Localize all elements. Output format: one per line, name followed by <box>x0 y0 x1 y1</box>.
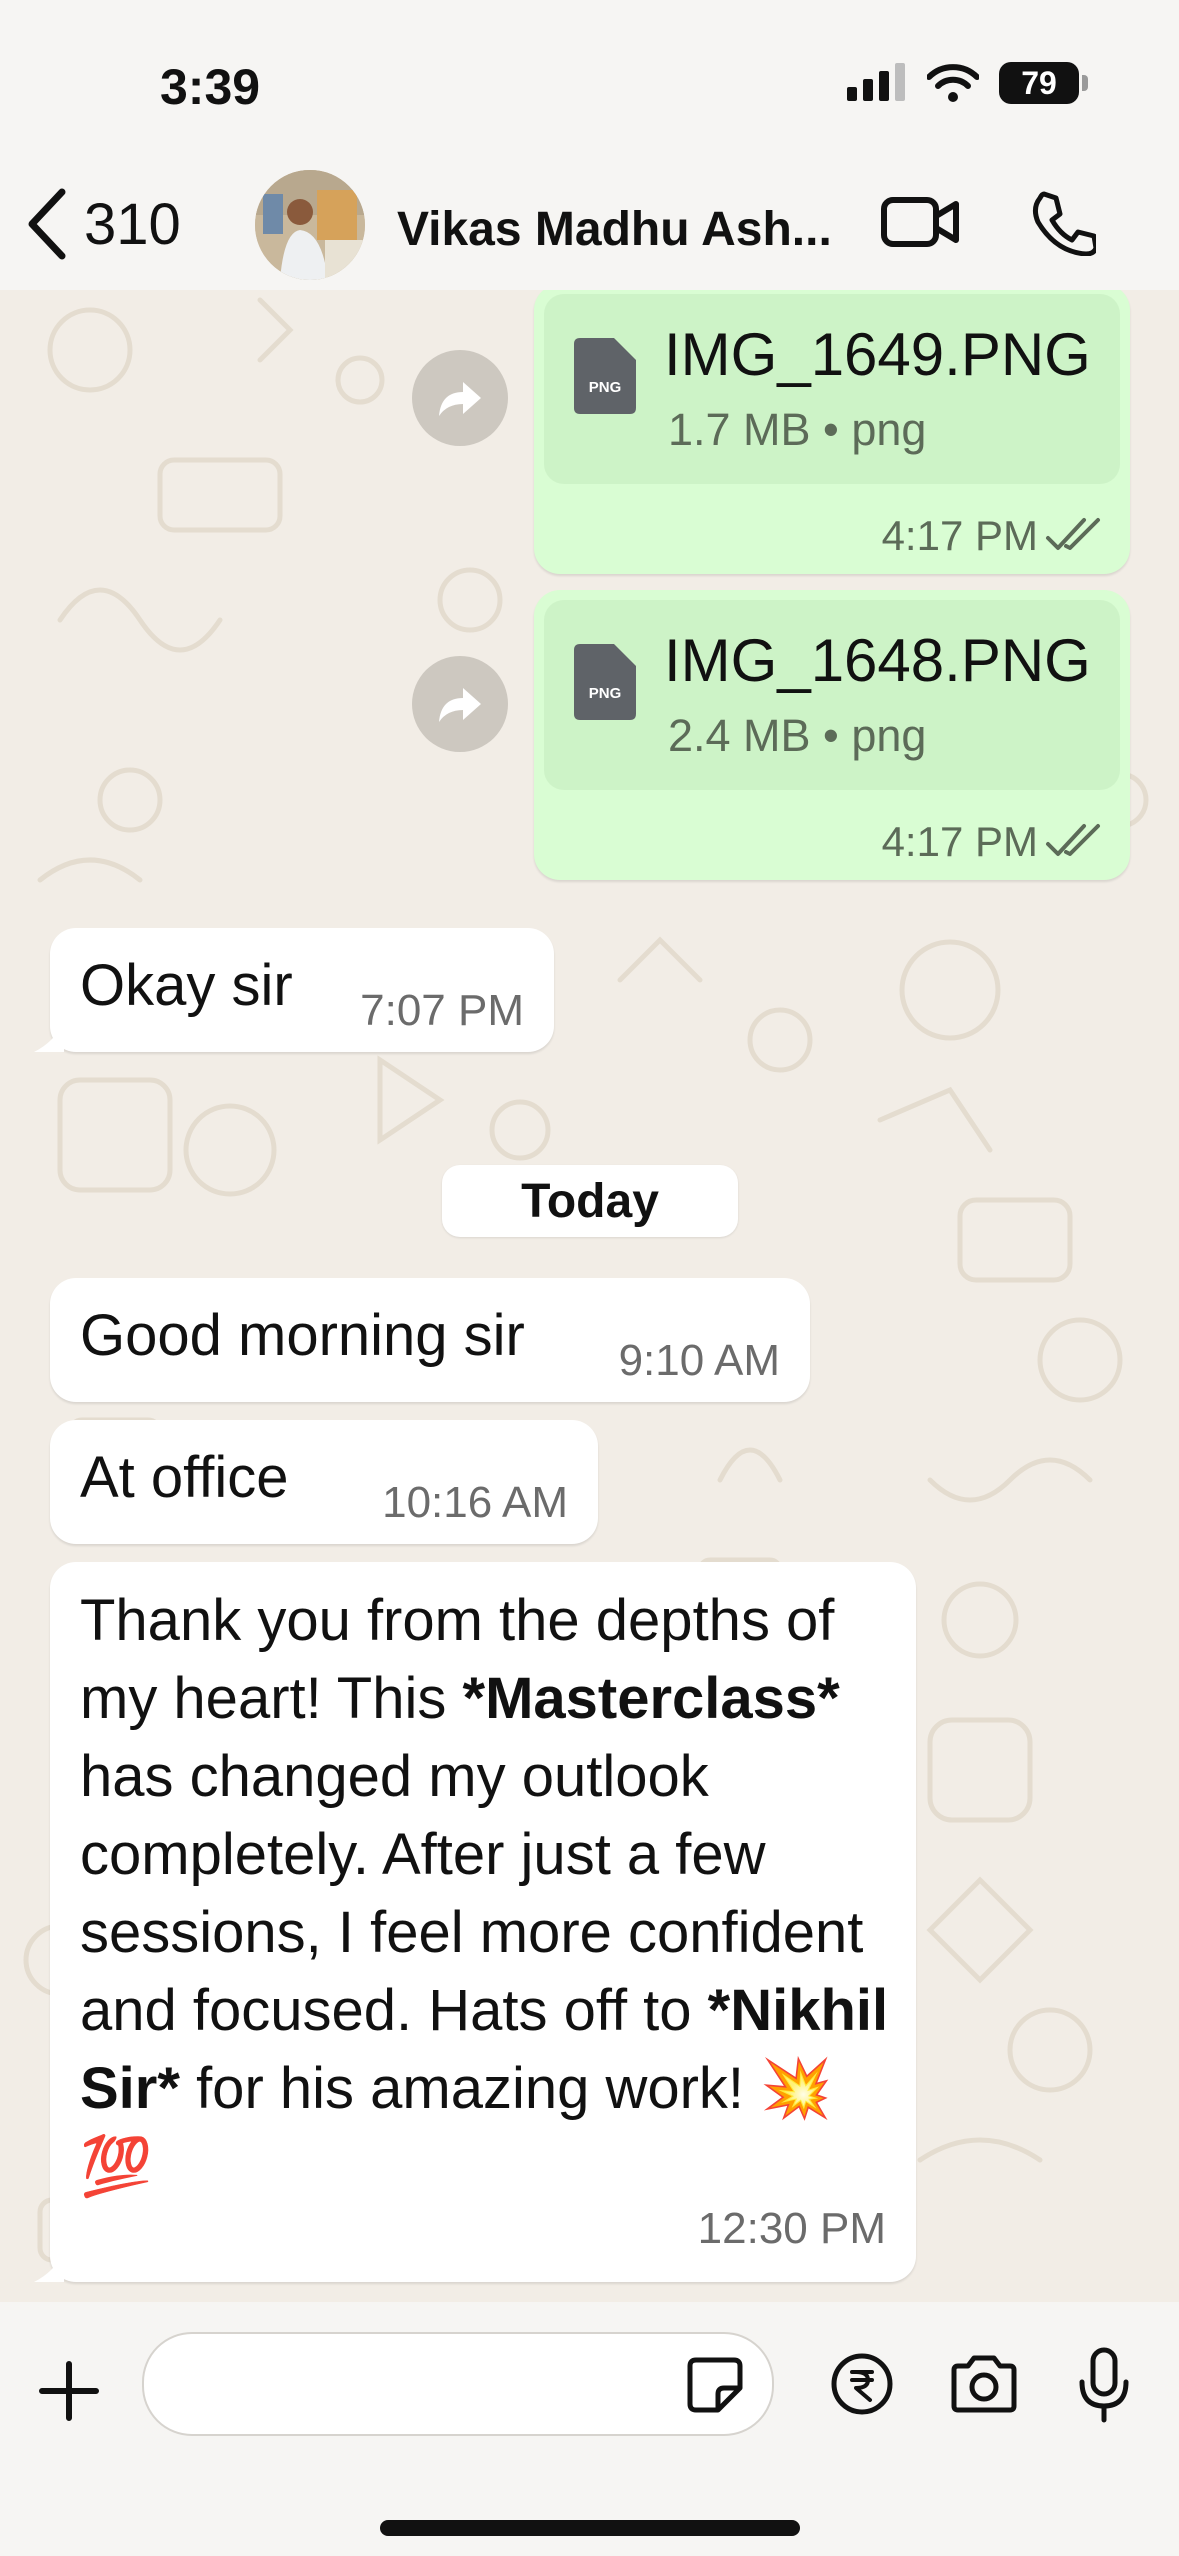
incoming-message[interactable]: Okay sir 7:07 PM <box>34 928 554 1052</box>
file-message[interactable]: PNG IMG_1648.PNG 2.4 MB • png 4:17 PM <box>534 590 1130 880</box>
payment-button[interactable] <box>830 2352 894 2421</box>
message-time: 12:30 PM <box>697 2204 886 2253</box>
message-input[interactable] <box>174 2334 698 2436</box>
message-time: 7:07 PM <box>360 986 524 1035</box>
file-meta: 2.4 MB • png <box>668 710 927 761</box>
signal-icon <box>847 63 905 101</box>
bold-text: *Masterclass* <box>462 1666 840 1731</box>
chat-header: 310 Vikas Madhu Ash... <box>0 160 1179 290</box>
rupee-icon <box>831 2353 893 2415</box>
bubble-tail <box>34 2252 64 2282</box>
bubble-tail <box>34 1022 64 1052</box>
battery-level: 79 <box>1021 64 1057 101</box>
message-text: Okay sir <box>80 953 293 1018</box>
forward-icon <box>439 382 481 416</box>
attach-button[interactable] <box>38 2360 100 2427</box>
file-name: IMG_1649.PNG <box>664 321 1091 388</box>
file-name: IMG_1648.PNG <box>664 627 1091 694</box>
camera-button[interactable] <box>948 2354 1020 2419</box>
date-separator: Today <box>442 1165 738 1237</box>
avatar[interactable] <box>255 170 365 280</box>
message-time: 4:17 PM <box>881 818 1038 865</box>
png-file-icon: PNG <box>574 338 636 414</box>
home-indicator <box>380 2520 800 2536</box>
status-icons: 79 <box>847 62 1088 104</box>
voice-call-button[interactable] <box>1030 190 1099 261</box>
forward-button-1[interactable] <box>412 350 508 446</box>
phone-icon <box>1032 191 1099 257</box>
incoming-message[interactable]: At office 10:16 AM <box>50 1420 598 1544</box>
video-call-button[interactable] <box>880 192 960 257</box>
unread-count: 310 <box>84 191 181 257</box>
file-meta: 1.7 MB • png <box>668 404 927 455</box>
message-time: 10:16 AM <box>382 1478 568 1527</box>
chat-area: PNG IMG_1649.PNG 1.7 MB • png 4:17 PM PN… <box>0 284 1179 2302</box>
double-check-icon <box>1046 518 1100 550</box>
status-bar: 3:39 79 <box>0 0 1179 160</box>
message-text-part: for his amazing work! 💥 💯 <box>80 2056 833 2199</box>
microphone-icon <box>1079 2347 1129 2423</box>
wifi-icon <box>927 64 979 102</box>
input-bar <box>0 2302 1179 2556</box>
message-text: Thank you from the depths of my heart! T… <box>80 1582 900 2206</box>
file-card[interactable]: PNG IMG_1648.PNG 2.4 MB • png <box>544 600 1120 790</box>
png-file-icon: PNG <box>574 644 636 720</box>
avatar-image <box>255 170 365 280</box>
message-time: 4:17 PM <box>881 512 1038 559</box>
file-type-label: PNG <box>589 379 622 396</box>
incoming-message[interactable]: Good morning sir 9:10 AM <box>50 1278 810 1402</box>
message-text: At office <box>80 1445 289 1510</box>
message-input-field[interactable] <box>142 2332 774 2436</box>
file-message[interactable]: PNG IMG_1649.PNG 1.7 MB • png 4:17 PM <box>534 284 1130 574</box>
message-time: 9:10 AM <box>618 1336 780 1385</box>
contact-name[interactable]: Vikas Madhu Ash... <box>397 202 832 257</box>
message-text: Good morning sir <box>80 1303 525 1368</box>
voice-message-button[interactable] <box>1076 2346 1132 2429</box>
file-card[interactable]: PNG IMG_1649.PNG 1.7 MB • png <box>544 294 1120 484</box>
chevron-left-icon <box>28 188 66 260</box>
sticker-icon <box>687 2357 743 2413</box>
sticker-button[interactable] <box>686 2356 744 2419</box>
video-camera-icon <box>881 197 959 247</box>
double-check-icon <box>1046 824 1100 856</box>
back-button[interactable]: 310 <box>24 186 181 262</box>
status-time: 3:39 <box>160 59 261 115</box>
file-type-label: PNG <box>589 685 622 702</box>
incoming-message[interactable]: Thank you from the depths of my heart! T… <box>34 1562 916 2282</box>
camera-icon <box>951 2355 1017 2413</box>
battery-indicator: 79 <box>999 62 1088 104</box>
plus-icon <box>39 2361 99 2421</box>
forward-icon <box>439 688 481 722</box>
forward-button-2[interactable] <box>412 656 508 752</box>
